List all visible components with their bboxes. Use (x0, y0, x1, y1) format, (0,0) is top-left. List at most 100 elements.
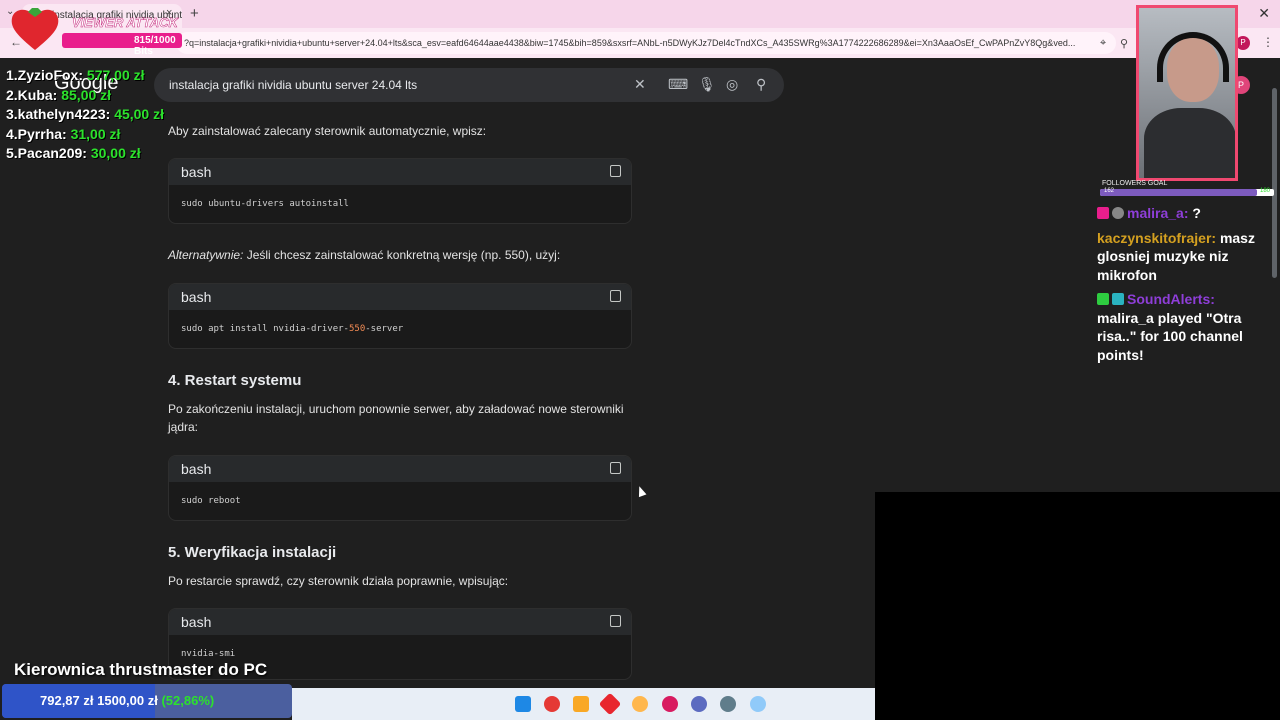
code-header: bash (169, 159, 631, 185)
leaderboard-amount: 45,00 zł (114, 106, 165, 122)
search-box[interactable]: instalacja grafiki nividia ubuntu server… (154, 68, 784, 102)
code-block: bash sudo ubuntu-drivers autoinstall (168, 158, 632, 224)
chat-username: malira_a: (1127, 205, 1189, 221)
leaderboard-amount: 30,00 zł (90, 145, 141, 161)
url-text: ?q=instalacja+grafiki+nividia+ubuntu+ser… (184, 38, 1076, 48)
code-language: bash (181, 164, 212, 180)
followers-goal-max: 180 (1259, 188, 1270, 194)
search-icon[interactable]: ⚲ (756, 76, 766, 93)
code-command: nvidia-smi (181, 649, 236, 659)
code-header: bash (169, 609, 631, 635)
webcam-feed (1136, 5, 1238, 181)
tab-bar: ⌄ instalacja grafiki nividia ubunt × + ✕ (0, 0, 1280, 28)
donation-target: 1500,00 zł (97, 693, 158, 708)
chat-message: SoundAlerts: malira_a played "Otra risa.… (1097, 290, 1275, 364)
chat-text: malira_a played "Otra risa.." for 100 ch… (1097, 309, 1243, 363)
leaderboard-name: 5.Pacan209: (6, 145, 87, 161)
chat-message: kaczynskitofrajer: masz glosniej muzyke … (1097, 229, 1275, 285)
lens-icon[interactable]: ◎ (726, 76, 738, 93)
streamer-body (1144, 108, 1235, 178)
leaderboard-row: 1.ZyzioFox: 577,00 zł (6, 66, 164, 86)
code-header: bash (169, 456, 631, 482)
alternative-emphasis: Alternatywnie: (168, 248, 244, 262)
code-header: bash (169, 284, 631, 310)
copy-icon[interactable] (610, 615, 621, 627)
chrome-icon[interactable] (544, 696, 560, 712)
bits-count: 815/1000 Bits (134, 35, 176, 57)
leaderboard-name: 4.Pyrrha: (6, 125, 67, 142)
user-badge-icon (1112, 207, 1124, 219)
followers-goal-current: 162 (1104, 188, 1115, 194)
code-command-part: -server (365, 324, 404, 334)
chat-message: malira_a: ? (1097, 204, 1275, 223)
donation-goal-title: Kierownica thrustmaster do PC (14, 660, 268, 679)
settings-icon[interactable] (720, 696, 736, 712)
app-icon[interactable] (662, 696, 678, 712)
app-icon[interactable] (598, 692, 622, 716)
section-heading: 4. Restart systemu (168, 372, 302, 389)
address-bar: ← ?q=instalacja+grafiki+nividia+ubuntu+s… (0, 28, 1280, 58)
discord-icon[interactable] (691, 696, 707, 712)
viewer-attack-widget: VIEWER ATTACK 815/1000 Bits (10, 6, 182, 57)
profile-avatar[interactable]: P (1236, 36, 1250, 50)
chat-username: kaczynskitofrajer: (1097, 229, 1217, 246)
app-icon[interactable] (750, 696, 766, 712)
donation-percent: (52,86%) (161, 693, 215, 708)
code-block: bash sudo apt install nvidia-driver-550-… (168, 283, 632, 349)
bot-badge-icon (1112, 293, 1124, 305)
file-explorer-icon[interactable] (573, 696, 589, 712)
url-field[interactable]: ?q=instalacja+grafiki+nividia+ubuntu+ser… (176, 32, 1116, 54)
leaderboard-row: 5.Pacan209: 30,00 zł (6, 144, 164, 164)
search-input[interactable]: instalacja grafiki nividia ubuntu server… (169, 78, 417, 92)
window-close-button[interactable]: ✕ (1258, 5, 1270, 22)
location-icon[interactable]: ⌖ (1100, 37, 1106, 50)
code-language: bash (181, 289, 212, 305)
leaderboard-name: 2.Kuba: (6, 86, 58, 103)
leaderboard-amount: 577,00 zł (86, 67, 145, 83)
check-badge-icon (1097, 293, 1109, 305)
code-block: bash sudo reboot (168, 455, 632, 521)
section-heading: 5. Weryfikacja instalacji (168, 544, 337, 561)
windows-start-icon[interactable] (515, 696, 531, 712)
leaderboard-amount: 31,00 zł (70, 125, 121, 142)
bits-progress-bar: 815/1000 Bits (62, 33, 182, 57)
chat-username: SoundAlerts: (1127, 291, 1215, 307)
overlay-black-panel (875, 492, 1280, 720)
followers-goal-fill (1100, 189, 1257, 196)
code-language: bash (181, 614, 212, 630)
leaderboard-name: 3.kathelyn4223: (6, 106, 111, 122)
instruction-paragraph: Aby zainstalować zalecany sterownik auto… (168, 124, 487, 138)
screen: ⌄ instalacja grafiki nividia ubunt × + ✕… (0, 0, 1280, 720)
app-icon[interactable] (632, 696, 648, 712)
heart-badge-icon (1097, 207, 1109, 219)
code-command: sudo apt install nvidia-driver-550-serve… (181, 324, 403, 334)
more-menu-icon[interactable]: ⋮ (1262, 35, 1274, 49)
new-tab-button[interactable]: + (190, 5, 199, 22)
taskbar (292, 688, 875, 720)
clear-icon[interactable]: ✕ (634, 76, 646, 93)
followers-goal-bar (1100, 189, 1274, 196)
leaderboard-name: 1.ZyzioFox: (6, 67, 84, 83)
code-command: sudo ubuntu-drivers autoinstall (181, 199, 349, 209)
donation-goal-bar: 792,87 zł 1500,00 zł (52,86%) (2, 684, 292, 718)
code-command-number: 550 (348, 324, 366, 334)
microphone-icon[interactable]: 🎙 (698, 76, 716, 93)
copy-icon[interactable] (610, 165, 621, 177)
zoom-icon[interactable]: ⚲ (1120, 37, 1128, 50)
copy-icon[interactable] (610, 462, 621, 474)
verify-paragraph: Po restarcie sprawdź, czy sterownik dzia… (168, 574, 509, 588)
restart-paragraph: Po zakończeniu instalacji, uruchom ponow… (168, 402, 624, 434)
keyboard-icon[interactable]: ⌨ (668, 76, 688, 93)
copy-icon[interactable] (610, 290, 621, 302)
chat-text: ? (1188, 205, 1201, 221)
leaderboard-amount: 85,00 zł (61, 86, 112, 103)
alternative-text: Jeśli chcesz zainstalować konkretną wers… (243, 248, 561, 262)
leaderboard-row: 2.Kuba: 85,00 zł (6, 86, 164, 106)
followers-goal-label: FOLLOWERS GOAL (1102, 180, 1168, 187)
followers-goal-widget: FOLLOWERS GOAL 162 180 (1098, 180, 1276, 206)
donation-leaderboard: 1.ZyzioFox: 577,00 zł 2.Kuba: 85,00 zł 3.k… (6, 66, 164, 164)
donation-current: 792,87 zł (40, 693, 94, 708)
chat-overlay: malira_a: ? kaczynskitofrajer: masz glos… (1097, 204, 1275, 370)
tomato-heart-icon (11, 8, 59, 50)
code-command: sudo reboot (181, 496, 241, 506)
